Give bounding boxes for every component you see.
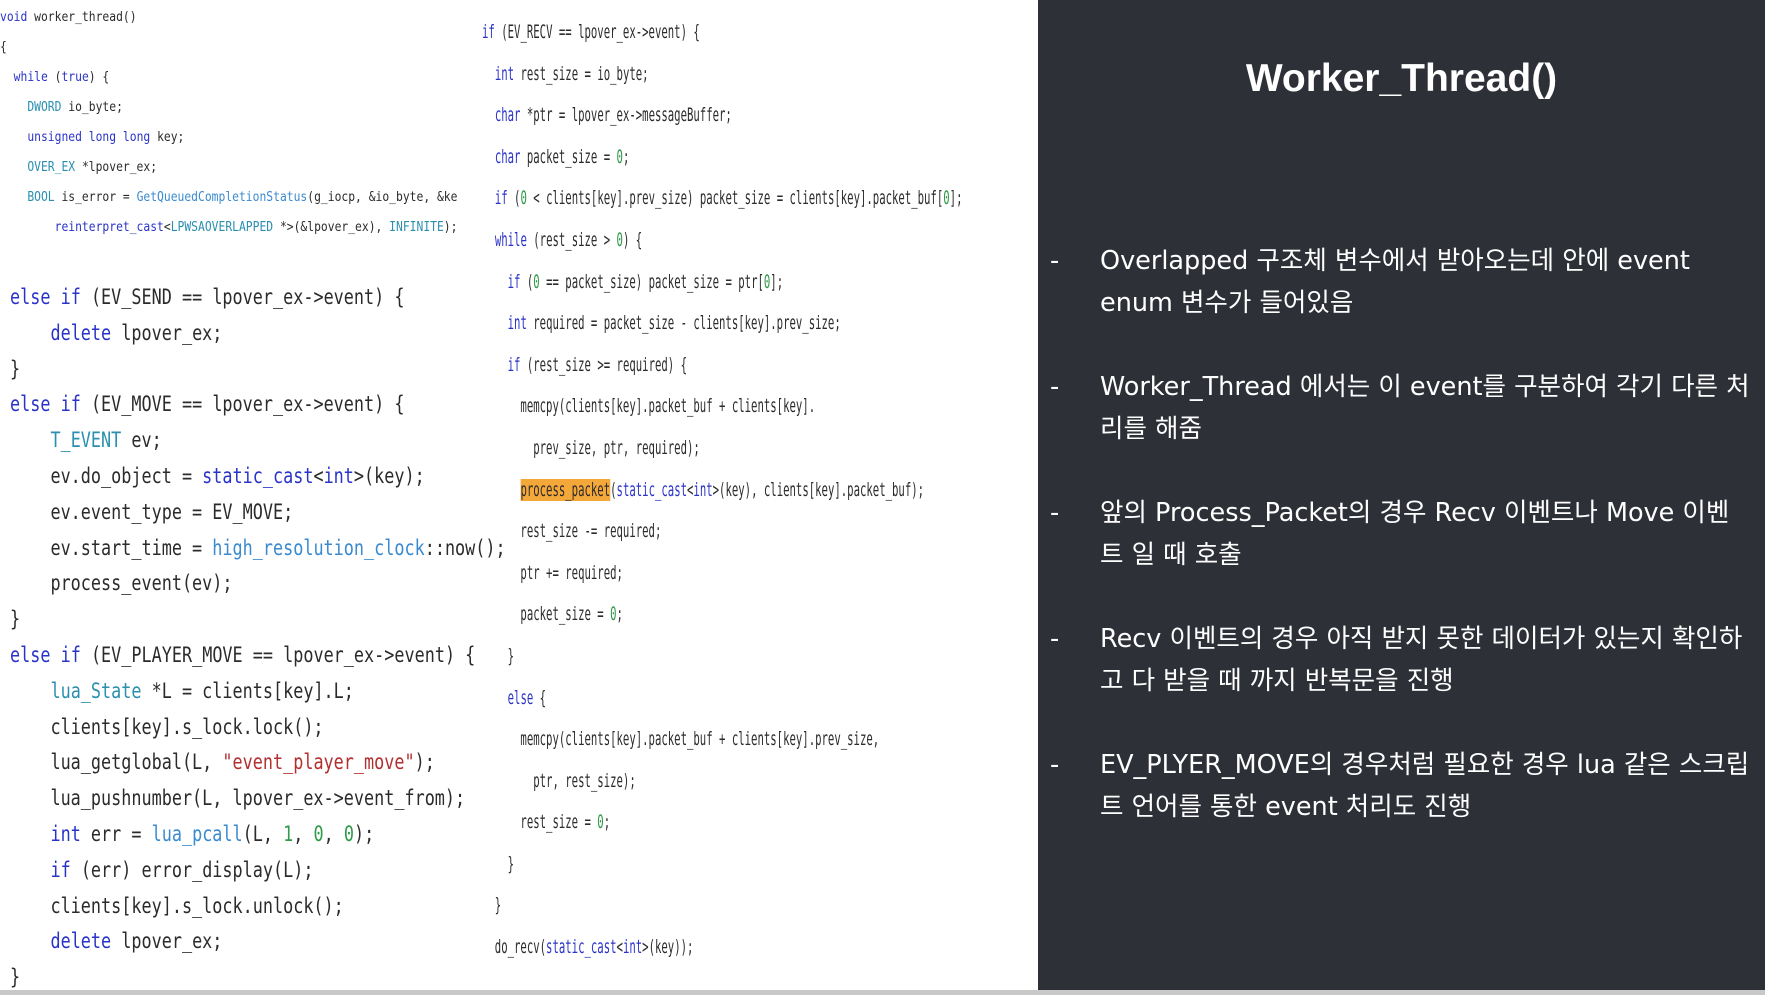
code-line: }: [482, 894, 502, 917]
code-line: process_packet(static_cast<int>(key), cl…: [520, 478, 925, 501]
bullet-marker: -: [1050, 246, 1060, 276]
bullet-list: - Overlapped 구조체 변수에서 받아오는데 안에 event enum…: [1050, 240, 1750, 870]
code-line: if (EV_RECV == lpover_ex->event) {: [482, 21, 700, 43]
code-line: do_recv(static_cast<int>(key));: [482, 936, 694, 959]
code-line: }: [10, 356, 21, 381]
code-line: rest_size -= required;: [482, 520, 662, 543]
code-line: unsigned long long key;: [27, 129, 185, 145]
code-line: clients[key].s_lock.lock();: [10, 714, 324, 739]
code-line: ptr, rest_size);: [482, 769, 636, 792]
code-line: char *ptr = lpover_ex->messageBuffer;: [494, 104, 732, 127]
code-line: else if (EV_MOVE == lpover_ex->event) {: [10, 392, 405, 417]
bullet-marker: -: [1050, 498, 1060, 528]
code-line: ev.event_type = EV_MOVE;: [10, 499, 294, 524]
code-line: void worker_thread(): [0, 9, 137, 25]
code-line: ev.start_time = high_resolution_clock::n…: [10, 535, 506, 560]
slide-title: Worker_Thread(): [1245, 57, 1558, 100]
code-block-event-dispatch: else if (EV_SEND == lpover_ex->event) { …: [10, 280, 506, 990]
bottom-divider: [0, 990, 1765, 995]
code-line: memcpy(clients[key].packet_buf + clients…: [482, 728, 880, 751]
code-line: if (rest_size >= required) {: [507, 353, 688, 376]
bullet-text: EV_PLYER_MOVE의 경우처럼 필요한 경우 lua 같은 스크립트 언…: [1100, 750, 1750, 822]
code-line: ev.do_object = static_cast<int>(key);: [10, 463, 425, 488]
code-line: memcpy(clients[key].packet_buf + clients…: [482, 395, 816, 418]
code-line: int required = packet_size - clients[key…: [507, 312, 841, 335]
code-line: if (0 < clients[key].prev_size) packet_s…: [494, 187, 963, 210]
code-line: {: [0, 39, 7, 55]
code-line: }: [482, 852, 515, 875]
code-line: }: [482, 644, 515, 667]
code-line: if (err) error_display(L);: [50, 857, 314, 882]
code-line: ptr += required;: [482, 561, 623, 584]
bullet-item: - Worker_Thread 에서는 이 event를 구분하여 각기 다른 처…: [1050, 366, 1750, 450]
code-line: if (0 == packet_size) packet_size = ptr[…: [507, 270, 784, 293]
code-line: prev_size, ptr, required);: [482, 436, 700, 459]
bullet-item: - Recv 이벤트의 경우 아직 받지 못한 데이터가 있는지 확인하고 다 받…: [1050, 618, 1750, 702]
code-line: clients[key].s_lock.unlock();: [10, 893, 344, 918]
bullet-text: 앞의 Process_Packet의 경우 Recv 이벤트나 Move 이벤트…: [1100, 498, 1730, 570]
code-line: DWORD io_byte;: [27, 99, 123, 115]
code-line: T_EVENT ev;: [50, 428, 162, 453]
bullet-marker: -: [1050, 624, 1060, 654]
bullet-item: - EV_PLYER_MOVE의 경우처럼 필요한 경우 lua 같은 스크립트 …: [1050, 744, 1750, 828]
bullet-text: Worker_Thread 에서는 이 event를 구분하여 각기 다른 처리…: [1100, 372, 1750, 444]
bullet-text: Overlapped 구조체 변수에서 받아오는데 안에 event enum …: [1100, 246, 1690, 318]
bullet-marker: -: [1050, 750, 1060, 780]
code-line: }: [10, 965, 21, 990]
code-line: }: [10, 607, 21, 632]
bullet-text: Recv 이벤트의 경우 아직 받지 못한 데이터가 있는지 확인하고 다 받을…: [1100, 624, 1743, 696]
bullet-item: - Overlapped 구조체 변수에서 받아오는데 안에 event enum…: [1050, 240, 1750, 324]
code-line: else if (EV_PLAYER_MOVE == lpover_ex->ev…: [10, 642, 476, 667]
code-block-recv-handler: if (EV_RECV == lpover_ex->event) { int r…: [482, 12, 962, 969]
bullet-item: - 앞의 Process_Packet의 경우 Recv 이벤트나 Move 이벤…: [1050, 492, 1750, 576]
code-line: process_event(ev);: [10, 571, 233, 596]
bullet-marker: -: [1050, 372, 1060, 402]
code-line: delete lpover_ex;: [50, 929, 223, 954]
code-line: else {: [507, 686, 547, 709]
code-line: lua_State *L = clients[key].L;: [50, 678, 354, 703]
code-line: while (rest_size > 0) {: [494, 228, 643, 251]
code-line: BOOL is_error = GetQueuedCompletionStatu…: [27, 189, 458, 205]
code-line: lua_pushnumber(L, lpover_ex->event_from)…: [10, 786, 466, 811]
code-line: packet_size = 0;: [482, 603, 623, 626]
code-line: int err = lua_pcall(L, 1, 0, 0);: [50, 821, 375, 846]
code-line: else if (EV_SEND == lpover_ex->event) {: [10, 285, 405, 309]
code-line: reinterpret_cast<LPWSAOVERLAPPED *>(&lpo…: [54, 219, 458, 235]
code-line: while (true) {: [13, 69, 110, 85]
code-line: OVER_EX *lpover_ex;: [27, 159, 158, 175]
code-line: rest_size = 0;: [482, 811, 611, 834]
code-line: char packet_size = 0;: [494, 145, 630, 168]
code-block-declarations: void worker_thread() { while (true) { DWO…: [0, 2, 457, 242]
code-line: lua_getglobal(L, "event_player_move");: [10, 750, 435, 775]
code-screenshot-panel: void worker_thread() { while (true) { DWO…: [0, 0, 1038, 990]
code-line: int rest_size = io_byte;: [494, 62, 649, 85]
code-line: delete lpover_ex;: [50, 320, 223, 345]
